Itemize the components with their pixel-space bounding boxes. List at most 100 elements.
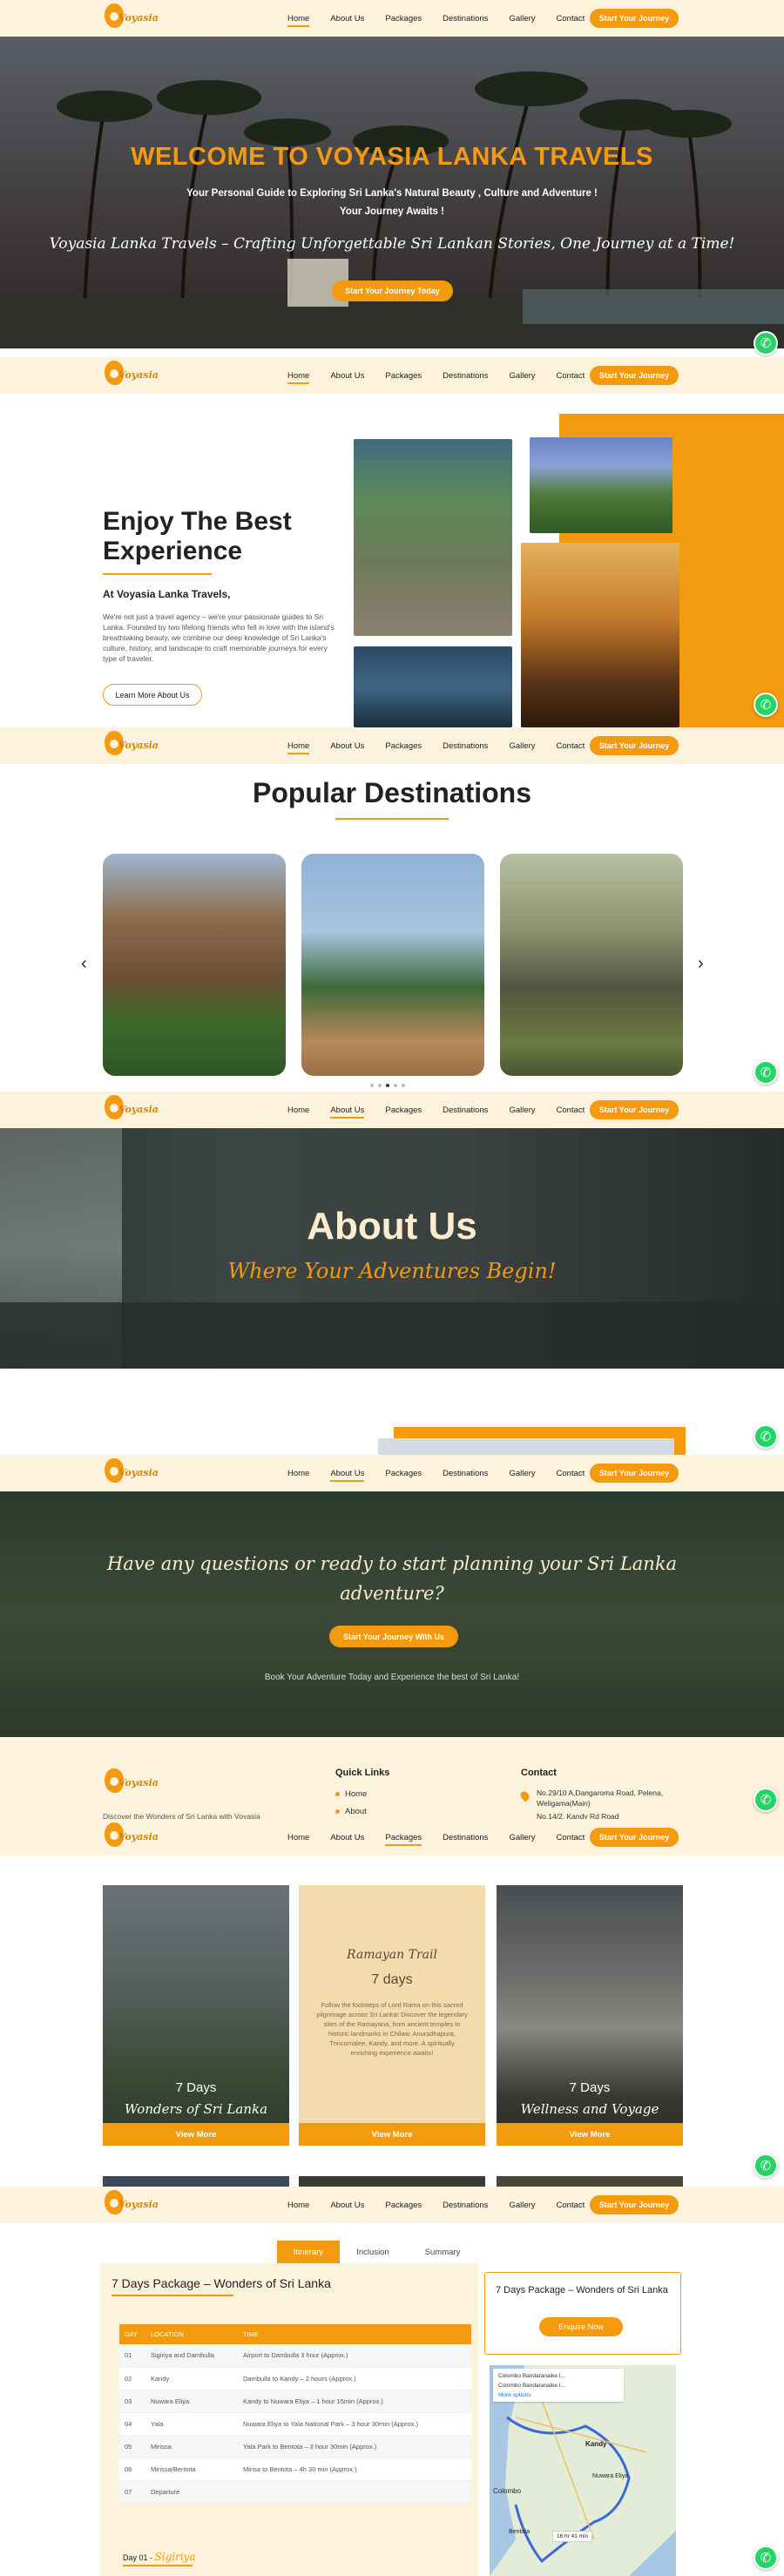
start-journey-button[interactable]: Start Your Journey — [590, 736, 679, 755]
nav-packages[interactable]: Packages — [385, 2197, 422, 2214]
navbar: Voyasia Home About Us Packages Destinati… — [0, 1819, 784, 1856]
whatsapp-icon[interactable]: ✆ — [754, 2546, 778, 2570]
nav-gallery[interactable]: Gallery — [509, 1465, 535, 1482]
nav-home[interactable]: Home — [287, 10, 310, 27]
nav-destinations[interactable]: Destinations — [443, 10, 488, 27]
destination-card-sigiriya[interactable] — [103, 854, 286, 1076]
nav-destinations[interactable]: Destinations — [443, 1102, 488, 1119]
tab-inclusion[interactable]: Inclusion — [341, 2241, 404, 2263]
package-card-wellness[interactable]: 7 Days Wellness and Voyage View More — [497, 1885, 683, 2146]
site-logo[interactable]: Voyasia — [103, 1457, 164, 1490]
learn-more-button[interactable]: Learn More About Us — [103, 684, 202, 706]
nav-contact[interactable]: Contact — [557, 738, 585, 754]
view-more-button[interactable]: View More — [497, 2123, 683, 2146]
start-journey-today-button[interactable]: Start Your Journey Today — [332, 281, 453, 301]
view-more-button[interactable]: View More — [299, 2123, 485, 2146]
nav-packages[interactable]: Packages — [385, 368, 422, 384]
title-underline — [112, 2295, 233, 2296]
start-journey-button[interactable]: Start Your Journey — [590, 1828, 679, 1847]
whatsapp-icon[interactable]: ✆ — [754, 693, 778, 717]
nav-destinations[interactable]: Destinations — [443, 1829, 488, 1846]
map-place-label: Bentota — [509, 2529, 531, 2535]
enquire-now-button[interactable]: Enquire Now — [539, 2317, 623, 2336]
carousel-dot-active[interactable] — [386, 1084, 389, 1087]
nav-links: Home About Us Packages Destinations Gall… — [287, 1455, 605, 1491]
nav-about[interactable]: About Us — [330, 10, 364, 27]
package-card-ramayan[interactable]: Ramayan Trail 7 days Follow the footstep… — [299, 1885, 485, 2146]
nav-home[interactable]: Home — [287, 1465, 309, 1482]
nav-about[interactable]: About Us — [330, 2197, 364, 2214]
start-journey-with-us-button[interactable]: Start Your Journey With Us — [329, 1626, 458, 1647]
nav-contact[interactable]: Contact — [557, 2197, 585, 2214]
site-logo[interactable]: Voyasia — [103, 2, 164, 35]
table-cell: Mirissa/Bentota — [145, 2458, 238, 2481]
start-journey-button[interactable]: Start Your Journey — [590, 1464, 679, 1483]
start-journey-button[interactable]: Start Your Journey — [590, 366, 679, 385]
nav-about[interactable]: About Us — [330, 1829, 364, 1846]
nav-home[interactable]: Home — [287, 1102, 309, 1119]
nav-about[interactable]: About Us — [330, 368, 364, 384]
nav-gallery[interactable]: Gallery — [509, 738, 535, 754]
start-journey-button[interactable]: Start Your Journey — [590, 9, 679, 28]
footer-link-about[interactable]: About — [335, 1807, 367, 1816]
nav-destinations[interactable]: Destinations — [443, 738, 488, 754]
site-logo[interactable]: Voyasia — [103, 729, 164, 762]
route-map[interactable]: Colombo Bandaranaike I... Colombo Bandar… — [490, 2365, 676, 2576]
site-logo[interactable]: Voyasia — [103, 359, 164, 392]
nav-packages[interactable]: Packages — [385, 1465, 422, 1482]
nav-contact[interactable]: Contact — [557, 368, 585, 384]
site-logo[interactable]: Voyasia — [103, 1821, 164, 1854]
nav-home[interactable]: Home — [287, 2197, 309, 2214]
nav-home[interactable]: Home — [287, 738, 310, 754]
site-logo[interactable]: Voyasia — [103, 1093, 164, 1126]
tab-summary[interactable]: Summary — [411, 2241, 474, 2263]
map-more-options-link[interactable]: More options — [498, 2390, 618, 2400]
carousel-dot[interactable] — [378, 1084, 382, 1087]
nav-about[interactable]: About Us — [330, 1465, 365, 1482]
nav-gallery[interactable]: Gallery — [509, 10, 535, 27]
nav-packages[interactable]: Packages — [385, 1829, 422, 1846]
whatsapp-icon[interactable]: ✆ — [754, 1424, 778, 1449]
view-more-button[interactable]: View More — [103, 2123, 289, 2146]
destination-card-elephant-safari[interactable] — [500, 854, 683, 1076]
nav-destinations[interactable]: Destinations — [443, 1465, 488, 1482]
nav-contact[interactable]: Contact — [557, 10, 585, 27]
carousel-dot[interactable] — [370, 1084, 374, 1087]
destination-card-palm-beach[interactable] — [301, 854, 484, 1076]
package-card-wonders[interactable]: 7 Days Wonders of Sri Lanka View More — [103, 1885, 289, 2146]
nav-home[interactable]: Home — [287, 1829, 309, 1846]
whatsapp-icon[interactable]: ✆ — [754, 1060, 778, 1085]
tab-itinerary[interactable]: Itinerary — [277, 2241, 340, 2263]
whatsapp-icon[interactable]: ✆ — [754, 1788, 778, 1812]
nav-gallery[interactable]: Gallery — [509, 1829, 535, 1846]
map-stop-b[interactable]: Colombo Bandaranaike I... — [498, 2381, 618, 2390]
carousel-dot[interactable] — [402, 1084, 405, 1087]
start-journey-button[interactable]: Start Your Journey — [590, 2195, 679, 2214]
nav-home[interactable]: Home — [287, 368, 310, 384]
footer-link-home[interactable]: Home — [335, 1789, 367, 1799]
nav-contact[interactable]: Contact — [557, 1465, 585, 1482]
nav-contact[interactable]: Contact — [557, 1102, 585, 1119]
nav-about[interactable]: About Us — [330, 738, 364, 754]
enquiry-title: 7 Days Package – Wonders of Sri Lanka — [496, 2285, 668, 2295]
footer-logo[interactable]: Voyasia — [103, 1767, 164, 1800]
nav-gallery[interactable]: Gallery — [509, 2197, 535, 2214]
nav-packages[interactable]: Packages — [385, 1102, 422, 1119]
nav-about[interactable]: About Us — [330, 1102, 365, 1119]
about-page-title: About Us — [307, 1205, 477, 1247]
nav-contact[interactable]: Contact — [557, 1829, 585, 1846]
start-journey-button[interactable]: Start Your Journey — [590, 1100, 679, 1119]
nav-packages[interactable]: Packages — [385, 738, 422, 754]
whatsapp-icon[interactable]: ✆ — [754, 331, 778, 355]
nav-gallery[interactable]: Gallery — [509, 1102, 535, 1119]
carousel-dot[interactable] — [394, 1084, 397, 1087]
map-stop-a[interactable]: Colombo Bandaranaike I... — [498, 2371, 618, 2381]
nav-destinations[interactable]: Destinations — [443, 2197, 488, 2214]
nav-gallery[interactable]: Gallery — [509, 368, 535, 384]
carousel-prev-arrow[interactable]: ‹ — [81, 954, 87, 974]
carousel-next-arrow[interactable]: › — [698, 954, 704, 974]
site-logo[interactable]: Voyasia — [103, 2188, 164, 2221]
nav-destinations[interactable]: Destinations — [443, 368, 488, 384]
whatsapp-icon[interactable]: ✆ — [754, 2153, 778, 2178]
nav-packages[interactable]: Packages — [385, 10, 422, 27]
